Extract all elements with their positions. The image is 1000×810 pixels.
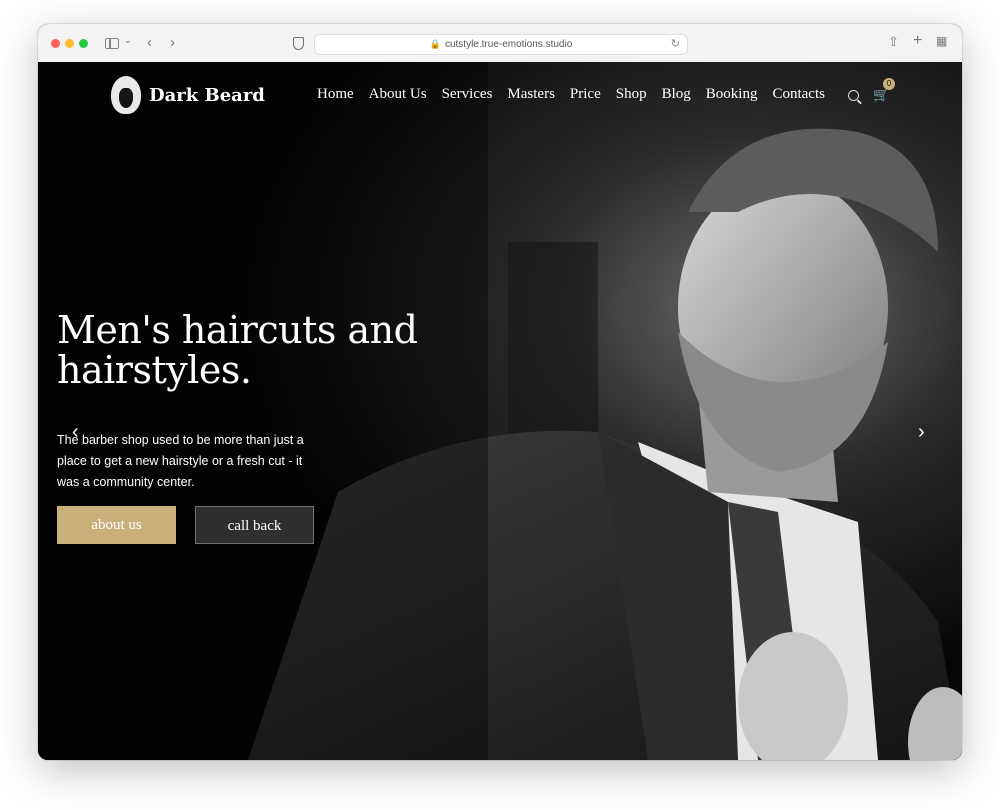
minimize-window-button[interactable]	[65, 39, 74, 48]
tab-overview-icon[interactable]: ▦	[936, 35, 947, 47]
call-back-button[interactable]: call back	[195, 506, 314, 544]
hero-subtext: The barber shop used to be more than jus…	[57, 433, 304, 489]
slider-prev-arrow-icon[interactable]: ‹	[72, 422, 79, 442]
hero-headline: Men's haircuts and hairstyles.	[57, 308, 418, 392]
back-arrow-icon[interactable]: ‹	[147, 35, 152, 50]
nav-masters[interactable]: Masters	[507, 86, 555, 103]
close-window-button[interactable]	[51, 39, 60, 48]
maximize-window-button[interactable]	[79, 39, 88, 48]
forward-arrow-icon[interactable]: ›	[170, 35, 175, 50]
about-us-button[interactable]: about us	[57, 506, 176, 544]
nav-services[interactable]: Services	[442, 86, 493, 103]
new-tab-icon[interactable]: +	[913, 33, 922, 49]
cart-icon[interactable]: 🛒 0	[873, 78, 895, 103]
hero-portrait-image	[38, 62, 962, 760]
reload-icon[interactable]: ↻	[671, 35, 680, 54]
browser-window: ⌄ ‹ › 🔒 cutstyle.true-emotions.studio ↻ ⇧…	[38, 24, 962, 760]
nav-shop[interactable]: Shop	[616, 86, 647, 103]
webpage: Dark Beard Home About Us Services Master…	[38, 62, 962, 760]
nav-price[interactable]: Price	[570, 86, 601, 103]
address-bar[interactable]: 🔒 cutstyle.true-emotions.studio ↻	[314, 34, 688, 55]
nav-tools: 🛒 0	[848, 78, 895, 103]
browser-toolbar: ⌄ ‹ › 🔒 cutstyle.true-emotions.studio ↻ ⇧…	[38, 24, 962, 63]
url-text: cutstyle.true-emotions.studio	[444, 39, 573, 50]
nav-contacts[interactable]: Contacts	[772, 86, 825, 103]
nav-home[interactable]: Home	[317, 86, 354, 103]
main-nav: Home About Us Services Masters Price Sho…	[317, 86, 840, 103]
search-icon[interactable]	[848, 89, 859, 101]
nav-about-us[interactable]: About Us	[369, 86, 427, 103]
nav-booking[interactable]: Booking	[706, 86, 758, 103]
chevron-down-icon[interactable]: ⌄	[124, 36, 132, 45]
logo-text: Dark Beard	[149, 84, 265, 106]
site-logo[interactable]: Dark Beard	[111, 76, 265, 114]
share-icon[interactable]: ⇧	[888, 35, 899, 48]
sidebar-toggle-icon[interactable]	[105, 38, 119, 49]
lock-icon: 🔒	[429, 39, 441, 49]
cart-count-badge: 0	[883, 78, 895, 90]
privacy-shield-icon[interactable]	[293, 37, 304, 50]
bearded-skull-logo-icon	[111, 76, 141, 114]
slider-next-arrow-icon[interactable]: ›	[918, 422, 925, 442]
nav-blog[interactable]: Blog	[662, 86, 691, 103]
